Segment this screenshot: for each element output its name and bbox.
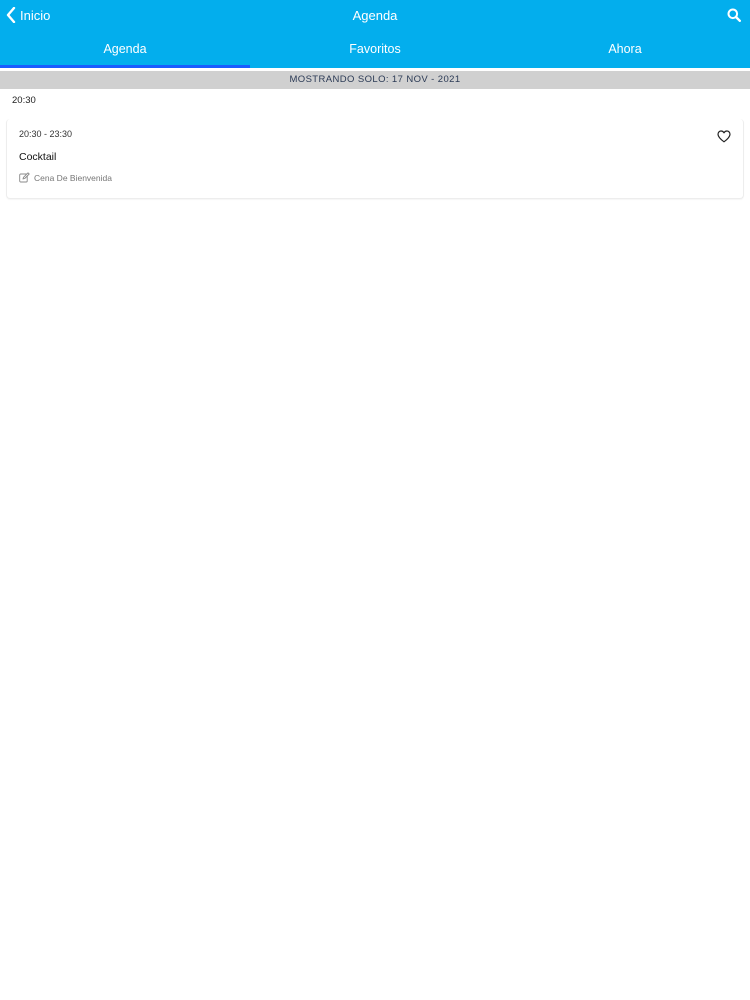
search-button[interactable] — [727, 8, 742, 27]
date-filter-banner: MOSTRANDO SOLO: 17 NOV - 2021 — [0, 68, 750, 89]
nav-row: Inicio Agenda — [0, 0, 750, 34]
heart-outline-icon — [717, 130, 731, 143]
tab-bar: Agenda Favoritos Ahora — [0, 34, 750, 68]
session-title: Cocktail — [19, 151, 57, 163]
top-app-bar: Inicio Agenda Agenda Favoritos Ahora — [0, 0, 750, 68]
time-group-header: 20:30 — [12, 95, 36, 106]
tab-ahora[interactable]: Ahora — [500, 34, 750, 68]
favorite-button[interactable] — [717, 130, 731, 148]
page-title: Agenda — [352, 8, 398, 23]
search-icon — [727, 8, 742, 23]
tab-favoritos[interactable]: Favoritos — [250, 34, 500, 68]
edit-icon — [19, 172, 30, 183]
tab-agenda[interactable]: Agenda — [0, 34, 250, 68]
session-time-range: 20:30 - 23:30 — [19, 129, 73, 139]
session-track-label: Cena De Bienvenida — [34, 172, 112, 183]
session-track: Cena De Bienvenida — [19, 172, 112, 183]
session-card[interactable]: 20:30 - 23:30 Cocktail Cena De Bienvenid… — [6, 119, 744, 199]
